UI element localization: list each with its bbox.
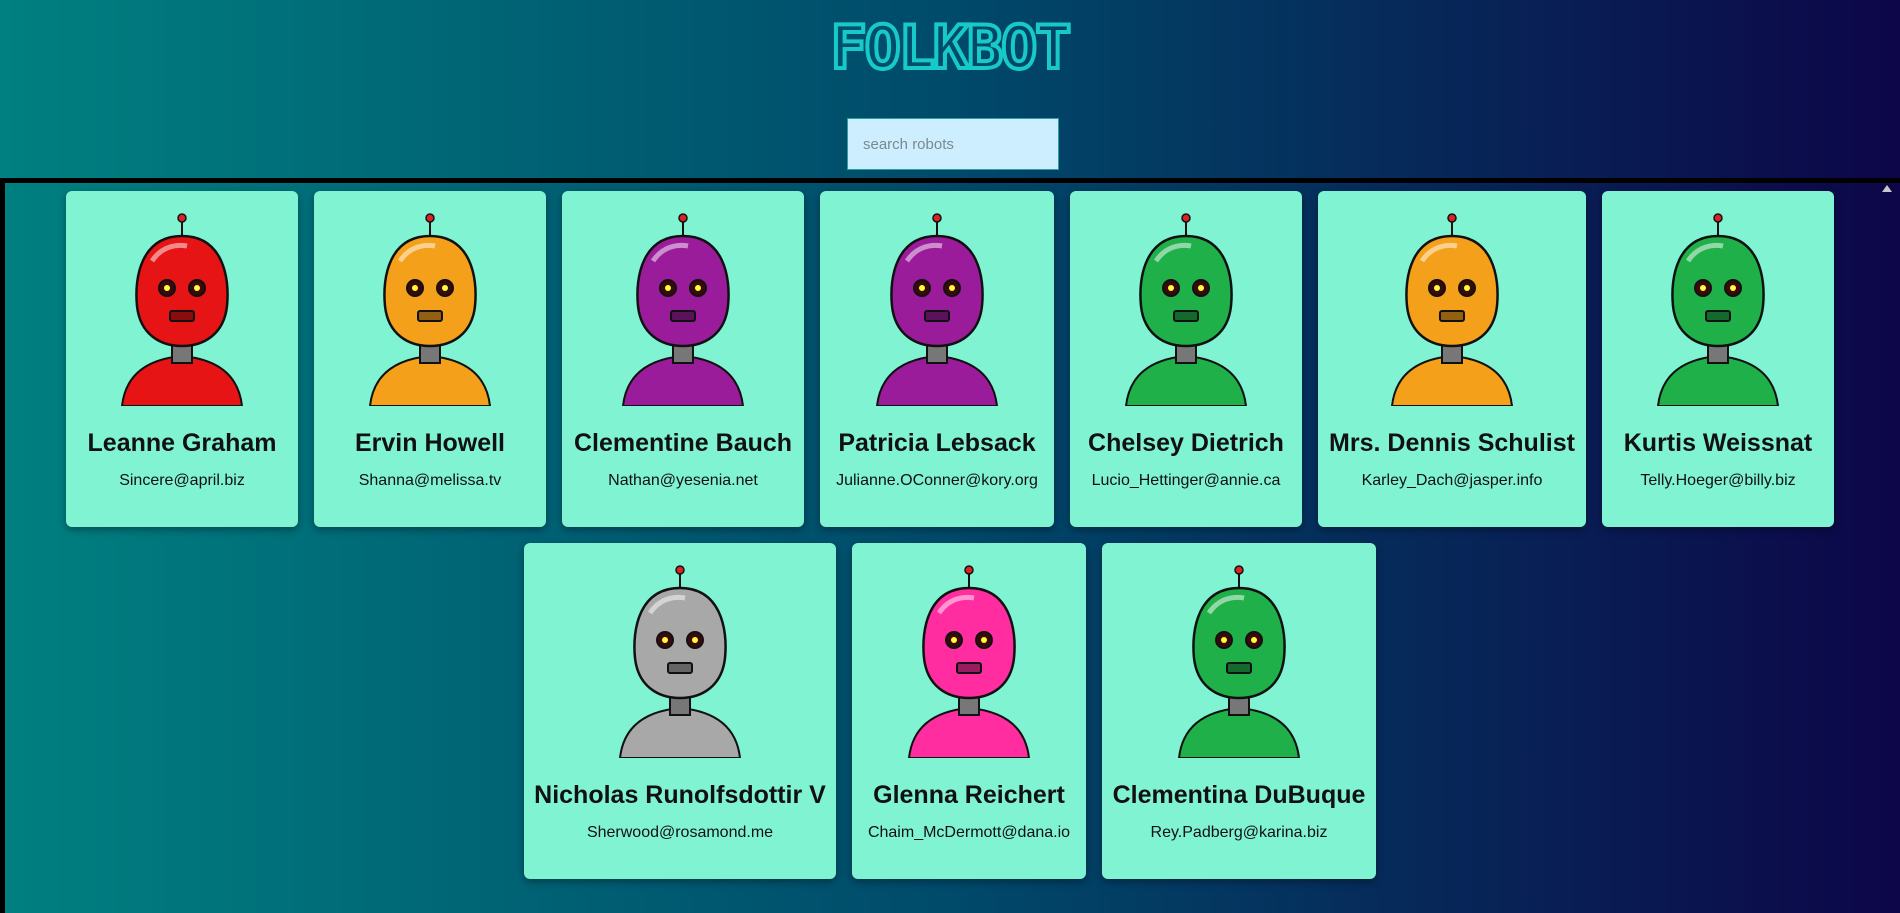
robot-email: Chaim_McDermott@dana.io — [867, 824, 1071, 841]
robot-email: Telly.Hoeger@billy.biz — [1640, 472, 1796, 489]
robot-illustration — [1656, 213, 1780, 406]
search-input[interactable] — [847, 118, 1059, 170]
robot-illustration — [368, 213, 492, 406]
robot-email: Karley_Dach@jasper.info — [1361, 472, 1543, 489]
robot-email: Lucio_Hettinger@annie.ca — [1091, 472, 1281, 489]
robot-avatar — [314, 191, 546, 406]
robot-email: Nathan@yesenia.net — [608, 472, 758, 489]
robot-illustration — [1390, 213, 1514, 406]
robot-illustration — [120, 213, 244, 406]
robot-avatar — [1070, 191, 1302, 406]
robot-email: Sherwood@rosamond.me — [586, 824, 774, 841]
robot-card[interactable]: Chelsey Dietrich Lucio_Hettinger@annie.c… — [1070, 191, 1302, 527]
robot-card[interactable]: Glenna Reichert Chaim_McDermott@dana.io — [852, 543, 1086, 879]
robot-card[interactable]: Nicholas Runolfsdottir V Sherwood@rosamo… — [524, 543, 836, 879]
robot-illustration — [875, 213, 999, 406]
robot-illustration — [1124, 213, 1248, 406]
robot-avatar — [820, 191, 1054, 406]
header-divider — [0, 178, 1900, 183]
robot-card-list: Leanne Graham Sincere@april.biz Ervin Ho… — [0, 191, 1900, 895]
robot-name: Leanne Graham — [87, 429, 277, 457]
robot-card[interactable]: Clementine Bauch Nathan@yesenia.net — [562, 191, 804, 527]
robot-email: Rey.Padberg@karina.biz — [1150, 824, 1328, 841]
robot-email: Shanna@melissa.tv — [358, 472, 502, 489]
robot-illustration — [621, 213, 745, 406]
robot-name: Mrs. Dennis Schulist — [1329, 429, 1575, 457]
robot-card[interactable]: Mrs. Dennis Schulist Karley_Dach@jasper.… — [1318, 191, 1586, 527]
robot-avatar — [1602, 191, 1834, 406]
robot-name: Nicholas Runolfsdottir V — [534, 781, 826, 809]
robot-name: Glenna Reichert — [873, 781, 1065, 809]
robot-name: Clementina DuBuque — [1112, 781, 1366, 809]
card-row: Leanne Graham Sincere@april.biz Ervin Ho… — [0, 191, 1900, 527]
robot-card[interactable]: Kurtis Weissnat Telly.Hoeger@billy.biz — [1602, 191, 1834, 527]
robot-name: Clementine Bauch — [573, 429, 793, 457]
robot-card[interactable]: Ervin Howell Shanna@melissa.tv — [314, 191, 546, 527]
robot-avatar — [66, 191, 298, 406]
card-row: Nicholas Runolfsdottir V Sherwood@rosamo… — [0, 543, 1900, 879]
robot-avatar — [562, 191, 804, 406]
robot-card[interactable]: Patricia Lebsack Julianne.OConner@kory.o… — [820, 191, 1054, 527]
robot-avatar — [1318, 191, 1586, 406]
robot-illustration — [907, 565, 1031, 758]
folkbot-logo: FOLKBOT — [0, 18, 1900, 79]
logo-text: FOLKBOT — [831, 18, 1070, 74]
robot-name: Chelsey Dietrich — [1088, 429, 1284, 457]
robot-card[interactable]: Clementina DuBuque Rey.Padberg@karina.bi… — [1102, 543, 1376, 879]
robot-email: Sincere@april.biz — [119, 472, 245, 489]
robot-name: Ervin Howell — [354, 429, 506, 457]
page-header: FOLKBOT — [0, 0, 1900, 178]
robot-avatar — [852, 543, 1086, 758]
robot-name: Patricia Lebsack — [838, 429, 1036, 457]
robot-avatar — [1102, 543, 1376, 758]
robot-illustration — [618, 565, 742, 758]
robot-illustration — [1177, 565, 1301, 758]
robot-avatar — [524, 543, 836, 758]
robot-name: Kurtis Weissnat — [1623, 429, 1813, 457]
robot-email: Julianne.OConner@kory.org — [836, 472, 1038, 489]
robot-card[interactable]: Leanne Graham Sincere@april.biz — [66, 191, 298, 527]
